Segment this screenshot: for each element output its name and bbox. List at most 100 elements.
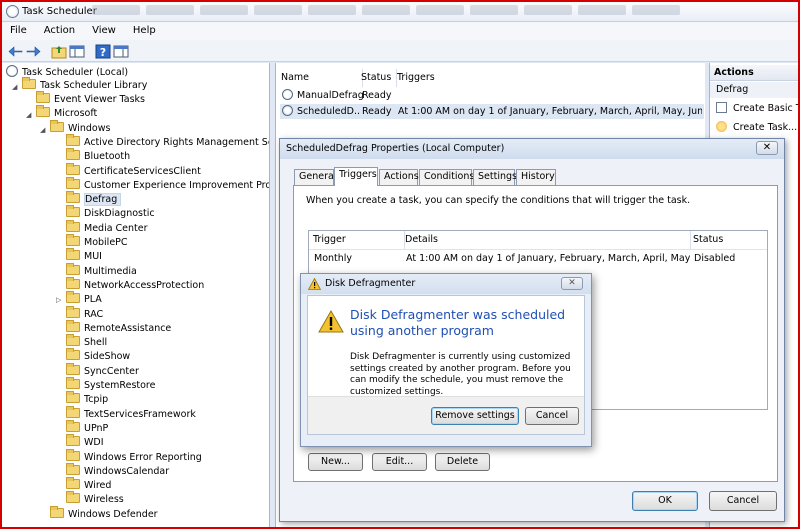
menu-action[interactable]: Action (36, 22, 81, 36)
expanded-arrow-icon[interactable]: ◢ (26, 111, 31, 119)
tab-history[interactable]: History (516, 169, 556, 185)
actions-section-defrag[interactable]: Defrag (710, 82, 798, 98)
ok-button[interactable]: OK (632, 491, 698, 511)
folder-icon (22, 77, 36, 89)
show-hide-action-pane-icon[interactable] (112, 43, 129, 58)
back-arrow-icon[interactable] (7, 43, 23, 58)
menu-help[interactable]: Help (125, 22, 162, 36)
table-row-selected[interactable]: ScheduledD... Ready At 1:00 AM on day 1 … (280, 104, 704, 119)
expanded-arrow-icon[interactable]: ◢ (12, 83, 17, 91)
tab-general[interactable]: General (294, 169, 336, 185)
tree-item[interactable]: Active Directory Rights Management Servi… (66, 133, 269, 150)
menu-view[interactable]: View (84, 22, 122, 36)
background-browser-tabs (92, 5, 792, 19)
folder-icon (66, 176, 80, 189)
tree-item[interactable]: WindowsCalendar (66, 462, 169, 479)
tree-item[interactable]: Bluetooth (66, 148, 130, 164)
collapsed-arrow-icon[interactable]: ▷ (56, 296, 61, 304)
folder-icon (66, 262, 80, 275)
edit-trigger-button[interactable]: Edit... (372, 453, 427, 471)
create-basic-task-icon (716, 102, 727, 113)
table-row[interactable]: Monthly At 1:00 AM on day 1 of January, … (310, 251, 766, 267)
tree-item[interactable]: DiskDiagnostic (66, 205, 155, 221)
folder-icon (66, 405, 80, 418)
properties-dialog-title[interactable]: ScheduledDefrag Properties (Local Comput… (280, 139, 784, 159)
tab-settings[interactable]: Settings (473, 169, 517, 185)
create-task-icon (716, 121, 727, 132)
folder-icon (66, 219, 80, 232)
small-warning-icon (308, 278, 321, 290)
tree-item[interactable]: Microsoft (36, 105, 97, 121)
actions-header: Actions (710, 65, 798, 81)
task-clock-icon (282, 89, 293, 100)
tree-item[interactable]: RemoteAssistance (66, 319, 171, 336)
folder-icon (66, 291, 80, 304)
help-icon[interactable]: ? (94, 43, 111, 59)
action-create-basic-task[interactable]: Create Basic Ta (716, 102, 798, 116)
column-header-details[interactable]: Details (405, 231, 691, 249)
tree-item[interactable]: Windows Error Reporting (66, 448, 202, 465)
tree-item[interactable]: NetworkAccessProtection (66, 276, 204, 293)
folder-icon (66, 334, 80, 347)
folder-icon (50, 505, 64, 518)
menu-file[interactable]: File (2, 22, 33, 36)
tree-item[interactable]: SystemRestore (66, 377, 155, 393)
tree-item[interactable]: Multimedia (66, 262, 137, 279)
tree-item[interactable]: MobilePC (66, 234, 128, 250)
column-header-triggers[interactable]: Triggers (397, 69, 702, 87)
properties-cancel-button[interactable]: Cancel (709, 491, 777, 511)
tree-item[interactable]: SyncCenter (66, 362, 139, 379)
folder-icon (66, 148, 80, 161)
folder-icon (36, 91, 50, 103)
column-header-status[interactable]: Status (361, 69, 397, 87)
tree-item[interactable]: Defrag (66, 191, 122, 207)
tree-item[interactable]: CertificateServicesClient (66, 162, 201, 179)
up-folder-icon[interactable] (50, 43, 67, 59)
alert-close-icon[interactable]: ✕ (561, 277, 583, 290)
expanded-arrow-icon[interactable]: ◢ (40, 126, 45, 134)
folder-icon (66, 448, 80, 461)
tree-item[interactable]: Customer Experience Improvement Program (66, 176, 269, 193)
close-icon[interactable]: ✕ (756, 141, 778, 155)
folder-icon (66, 377, 80, 389)
column-header-trigger[interactable]: Trigger (313, 231, 405, 249)
delete-trigger-button[interactable]: Delete (435, 453, 490, 471)
column-header-trigger-status[interactable]: Status (693, 231, 767, 249)
disk-defragmenter-alert: Disk Defragmenter ✕ Disk Defragmenter wa… (300, 273, 592, 447)
toolbar: ? (2, 40, 798, 62)
triggers-description: When you create a task, you can specify … (306, 195, 691, 206)
forward-arrow-icon[interactable] (24, 43, 41, 58)
action-create-task[interactable]: Create Task... (716, 121, 797, 135)
show-hide-console-tree-icon[interactable] (68, 43, 85, 58)
table-row[interactable]: ManualDefrag Ready (280, 88, 704, 103)
column-header-name[interactable]: Name (281, 69, 363, 87)
folder-icon (66, 362, 80, 375)
task-clock-icon (282, 105, 293, 116)
tree-item[interactable]: Wireless (66, 491, 124, 507)
tree-item[interactable]: TextServicesFramework (66, 405, 196, 422)
tab-triggers[interactable]: Triggers (334, 167, 378, 186)
folder-icon (66, 248, 80, 261)
new-trigger-button[interactable]: New... (308, 453, 363, 471)
title-bar[interactable]: Task Scheduler (2, 2, 798, 22)
alert-heading: Disk Defragmenter was scheduled using an… (350, 307, 566, 338)
folder-icon (66, 162, 80, 175)
alert-message: Disk Defragmenter is currently using cus… (350, 352, 571, 397)
folder-icon (66, 434, 80, 447)
alert-cancel-button[interactable]: Cancel (525, 407, 579, 425)
warning-icon (318, 310, 344, 333)
tree-item[interactable]: SideShow (66, 348, 130, 364)
tree-item[interactable]: Media Center (66, 219, 148, 236)
folder-icon (66, 205, 80, 218)
folder-icon (50, 119, 64, 132)
remove-settings-button[interactable]: Remove settings (431, 407, 519, 425)
console-tree[interactable]: Task Scheduler (Local) ◢ Task Scheduler … (2, 63, 270, 527)
tab-conditions[interactable]: Conditions (419, 169, 474, 185)
tree-item[interactable]: Windows Defender (50, 505, 158, 522)
folder-icon (66, 491, 80, 504)
tree-item[interactable]: Windows (50, 119, 110, 136)
tree-item[interactable]: Event Viewer Tasks (36, 91, 145, 107)
alert-title[interactable]: Disk Defragmenter (301, 274, 591, 294)
tab-actions[interactable]: Actions (379, 169, 419, 185)
menu-bar: File Action View Help (2, 22, 798, 40)
